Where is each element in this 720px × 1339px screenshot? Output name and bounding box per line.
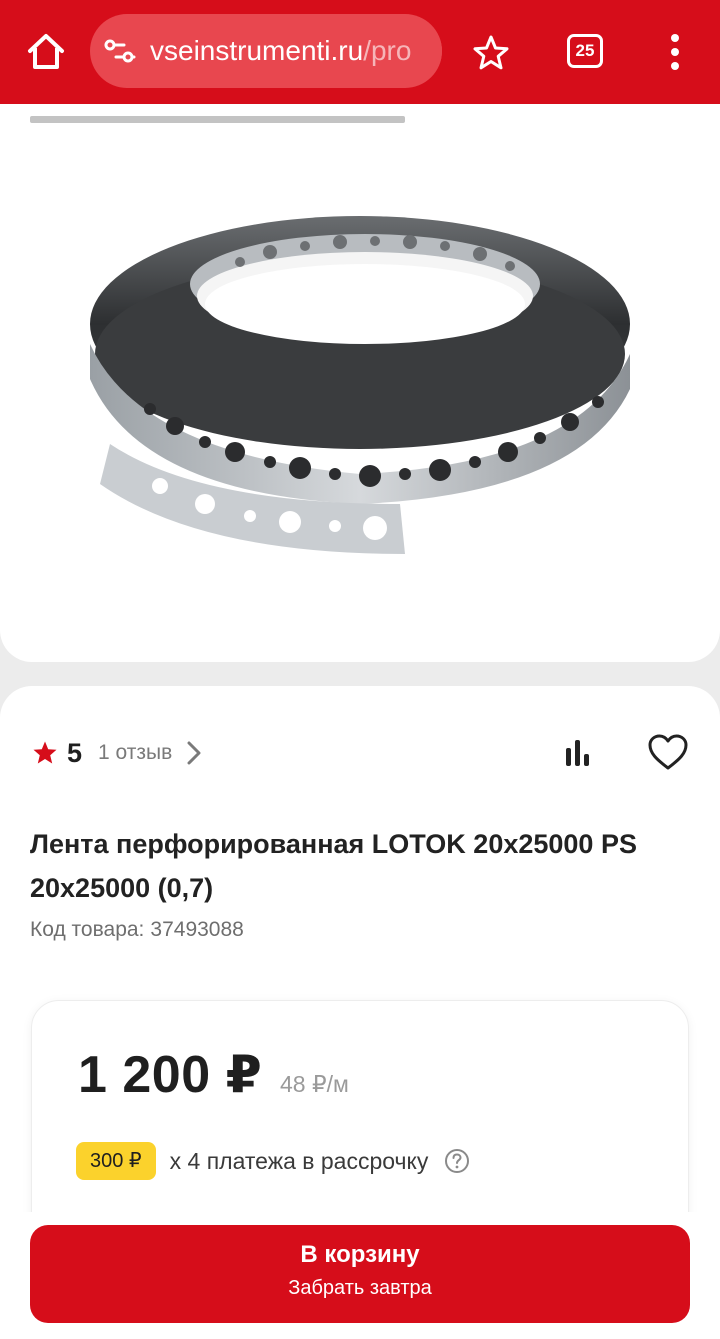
browser-toolbar: vseinstrumenti.ru/pro 25 (0, 0, 720, 104)
installment-row[interactable]: 300 ₽ х 4 платежа в рассрочку (76, 1141, 470, 1181)
home-icon[interactable] (24, 30, 68, 74)
tabs-icon[interactable]: 25 (567, 34, 603, 68)
url-fade (412, 14, 442, 88)
url-text: vseinstrumenti.ru/pro (150, 36, 411, 66)
product-code: Код товара: 37493088 (30, 918, 244, 942)
url-path: /pro (363, 35, 412, 66)
star-icon[interactable] (470, 32, 512, 74)
product-code-value: 37493088 (150, 918, 244, 941)
site-settings-icon[interactable] (104, 36, 136, 66)
compare-icon[interactable] (560, 734, 596, 770)
rating-star-icon (33, 741, 57, 764)
product-gallery[interactable] (0, 104, 720, 662)
url-domain: vseinstrumenti.ru (150, 35, 364, 66)
product-image[interactable] (80, 204, 640, 564)
gallery-progress-bar (30, 116, 405, 123)
address-bar[interactable]: vseinstrumenti.ru/pro (90, 14, 442, 88)
help-icon[interactable] (444, 1148, 470, 1174)
installment-badge: 300 ₽ (76, 1142, 156, 1180)
pickup-sublabel: Забрать завтра (288, 1277, 432, 1299)
more-vert-icon[interactable] (660, 30, 690, 74)
product-code-label: Код товара: (30, 918, 145, 941)
rating-row[interactable]: 5 1 отзыв (32, 736, 202, 770)
installment-text: х 4 платежа в рассрочку (169, 1147, 429, 1174)
favorite-heart-icon[interactable] (646, 732, 690, 772)
chevron-right-icon[interactable] (186, 740, 202, 766)
add-to-cart-label: В корзину (300, 1241, 420, 1268)
rating-value: 5 (67, 737, 83, 768)
add-to-cart-button[interactable]: В корзину Забрать завтра (30, 1225, 690, 1323)
product-title: Лента перфорированная LOTOK 20х25000 PS … (30, 829, 637, 903)
price-per-unit: 48 ₽/м (280, 1071, 349, 1097)
price-main: 1 200 ₽ (78, 1046, 263, 1104)
reviews-link[interactable]: 1 отзыв (98, 741, 172, 765)
